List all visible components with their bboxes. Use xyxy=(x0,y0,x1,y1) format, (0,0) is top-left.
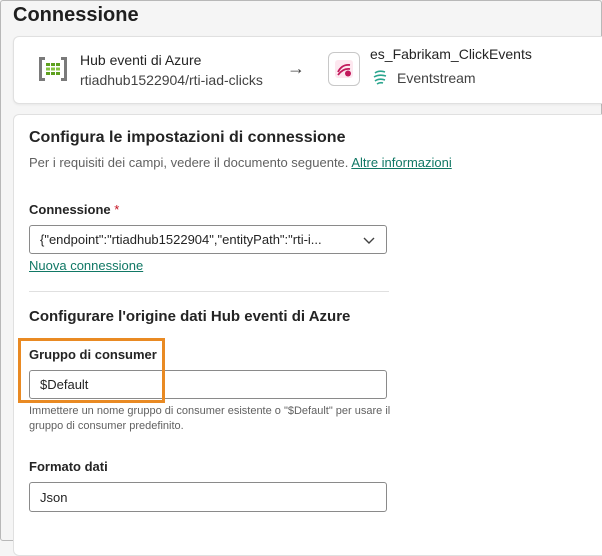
more-info-link[interactable]: Altre informazioni xyxy=(351,155,451,170)
source-config-heading: Configurare l'origine dati Hub eventi di… xyxy=(29,308,351,325)
consumer-group-input[interactable]: $Default xyxy=(29,370,387,399)
consumer-group-help: Immettere un nome gruppo di consumer esi… xyxy=(29,405,391,432)
settings-hint-text: Per i requisiti dei campi, vedere il doc… xyxy=(29,155,349,170)
page-title: Connessione xyxy=(13,4,139,26)
connection-dropdown[interactable]: {"endpoint":"rtiadhub1522904","entityPat… xyxy=(29,225,387,254)
destination-type: Eventstream xyxy=(397,70,476,86)
data-format-value: Json xyxy=(40,489,68,505)
data-format-label: Formato dati xyxy=(29,459,108,474)
eventstream-icon xyxy=(328,52,360,86)
source-path: rtiadhub1522904/rti-iad-clicks xyxy=(80,72,263,88)
connection-value: {"endpoint":"rtiadhub1522904","entityPat… xyxy=(40,232,322,247)
connection-label: Connessione * xyxy=(29,202,119,217)
source-name: Hub eventi di Azure xyxy=(80,52,202,68)
settings-heading: Configura le impostazioni di connessione xyxy=(29,129,346,146)
consumer-group-value: $Default xyxy=(40,377,89,392)
section-divider xyxy=(29,291,389,292)
destination-name: es_Fabrikam_ClickEvents xyxy=(370,46,532,62)
settings-hint: Per i requisiti dei campi, vedere il doc… xyxy=(29,155,452,170)
required-marker: * xyxy=(114,202,120,217)
eventstream-small-icon xyxy=(372,69,388,85)
connection-label-text: Connessione xyxy=(29,202,111,217)
data-format-input[interactable]: Json xyxy=(29,482,387,512)
consumer-group-label: Gruppo di consumer xyxy=(29,347,157,362)
event-hub-icon xyxy=(37,55,69,83)
arrow-right-icon: → xyxy=(287,58,305,78)
chevron-down-icon xyxy=(363,237,375,244)
new-connection-link[interactable]: Nuova connessione xyxy=(29,258,143,273)
